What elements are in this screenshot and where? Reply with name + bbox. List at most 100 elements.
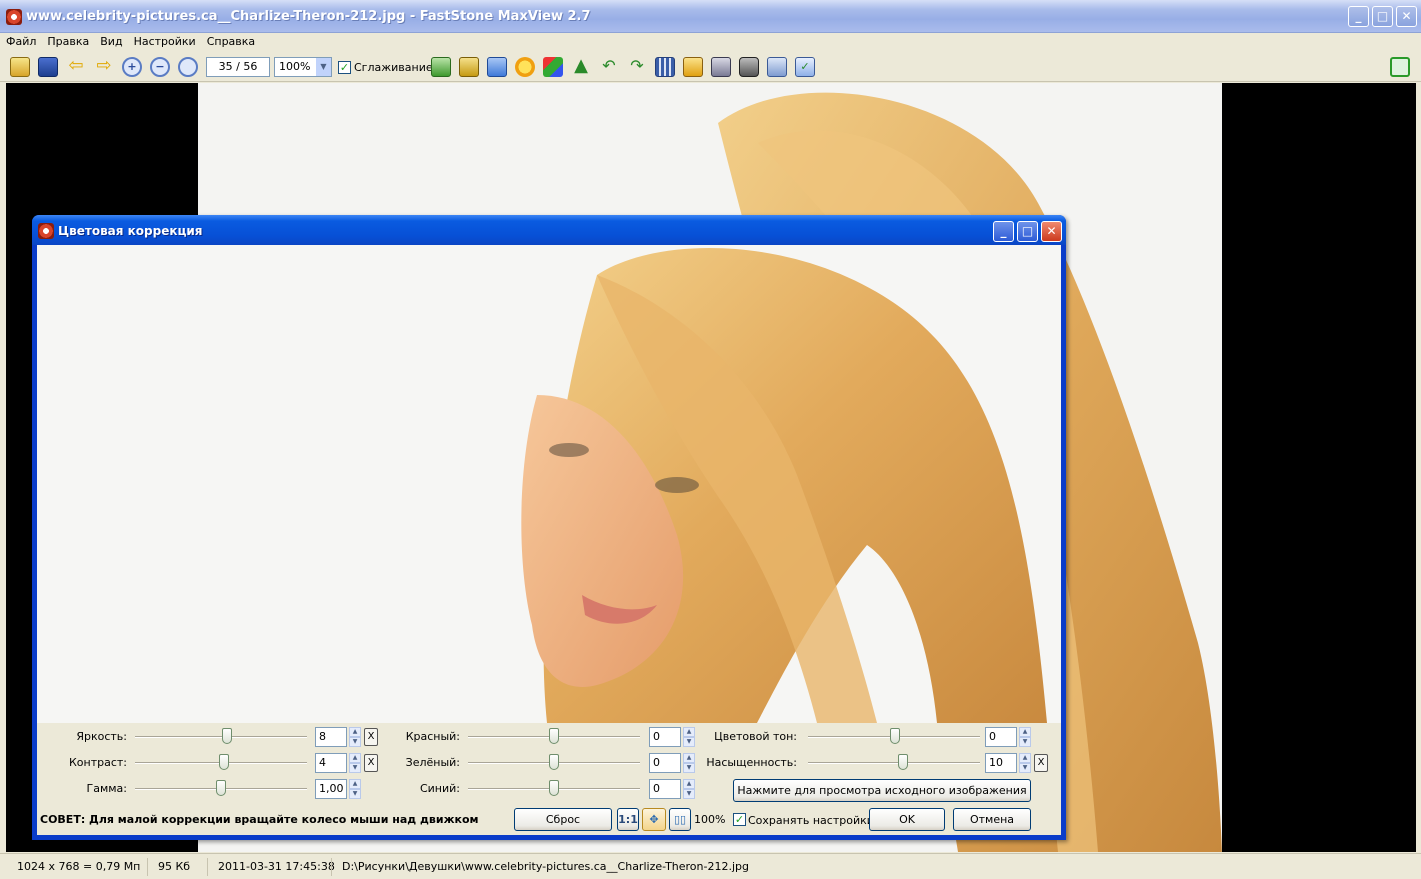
rotate-left-icon[interactable]: ↶ bbox=[599, 57, 619, 77]
maximize-button[interactable]: □ bbox=[1372, 6, 1393, 27]
page-counter-field[interactable]: 35 / 56 bbox=[206, 57, 270, 77]
dialog-close-button[interactable]: ✕ bbox=[1041, 221, 1062, 242]
menu-bar: Файл Правка Вид Настройки Справка bbox=[0, 33, 1421, 53]
hue-label: Цветовой тон: bbox=[714, 730, 797, 743]
smoothing-checkbox[interactable]: ✓ bbox=[338, 61, 351, 74]
smoothing-label: Сглаживание bbox=[354, 61, 433, 74]
save-settings-checkbox[interactable]: ✓ bbox=[733, 813, 746, 826]
color-adjust-icon[interactable] bbox=[543, 57, 563, 77]
brightness-spinner[interactable]: ▲ ▼ bbox=[349, 727, 361, 747]
color-correction-dialog: Цветовая коррекция _ □ ✕ Яркость: 8 ▲ ▼ … bbox=[32, 215, 1066, 840]
gamma-field[interactable]: 1,00 bbox=[315, 779, 347, 799]
saturation-slider[interactable] bbox=[898, 754, 908, 770]
dialog-title-bar: Цветовая коррекция _ □ ✕ bbox=[32, 215, 1066, 245]
saturation-spinner[interactable]: ▲ ▼ bbox=[1019, 753, 1031, 773]
gamma-label: Гамма: bbox=[86, 782, 128, 795]
red-label: Красный: bbox=[405, 730, 460, 743]
status-datetime: 2011-03-31 17:45:38 bbox=[207, 858, 335, 876]
app-icon bbox=[6, 9, 22, 25]
green-label: Зелёный: bbox=[405, 756, 460, 769]
status-bar: 1024 x 768 = 0,79 Мп 95 Кб 2011-03-31 17… bbox=[0, 853, 1421, 879]
export-icon[interactable] bbox=[431, 57, 451, 77]
minimize-button[interactable]: _ bbox=[1348, 6, 1369, 27]
menu-edit[interactable]: Правка bbox=[41, 33, 94, 48]
title-bar: www.celebrity-pictures.ca__Charlize-Ther… bbox=[0, 0, 1421, 33]
red-field[interactable]: 0 bbox=[649, 727, 681, 747]
status-filesize: 95 Кб bbox=[147, 858, 190, 876]
reset-button[interactable]: Сброс bbox=[514, 808, 612, 831]
brightness-field[interactable]: 8 bbox=[315, 727, 347, 747]
brightness-slider[interactable] bbox=[222, 728, 232, 744]
next-icon[interactable]: ⇨ bbox=[94, 57, 114, 77]
save-icon[interactable] bbox=[38, 57, 58, 77]
dialog-minimize-button[interactable]: _ bbox=[993, 221, 1014, 242]
dialog-maximize-button[interactable]: □ bbox=[1017, 221, 1038, 242]
dialog-title: Цветовая коррекция bbox=[58, 224, 203, 238]
fullscreen-icon[interactable] bbox=[1390, 57, 1410, 77]
camera-icon[interactable] bbox=[739, 57, 759, 77]
gamma-slider[interactable] bbox=[216, 780, 226, 796]
red-spinner[interactable]: ▲ ▼ bbox=[683, 727, 695, 747]
contrast-slider[interactable] bbox=[219, 754, 229, 770]
brightness-reset-button[interactable]: X bbox=[364, 728, 378, 746]
hue-field[interactable]: 0 bbox=[985, 727, 1017, 747]
rotate-right-icon[interactable]: ↷ bbox=[627, 57, 647, 77]
contrast-reset-button[interactable]: X bbox=[364, 754, 378, 772]
sharpen-icon[interactable]: ▲ bbox=[571, 57, 591, 77]
fit-window-icon[interactable] bbox=[178, 57, 198, 77]
zoom-1to1-button[interactable]: 1:1 bbox=[617, 808, 639, 831]
hue-spinner[interactable]: ▲ ▼ bbox=[1019, 727, 1031, 747]
menu-view[interactable]: Вид bbox=[94, 33, 127, 48]
green-field[interactable]: 0 bbox=[649, 753, 681, 773]
preview-zoom-label: 100% bbox=[694, 813, 726, 826]
blue-spinner[interactable]: ▲ ▼ bbox=[683, 779, 695, 799]
adjustment-panel: Яркость: 8 ▲ ▼ X Контраст: 4 ▲ ▼ X Гамма: … bbox=[37, 723, 1061, 835]
previous-icon[interactable]: ⇦ bbox=[66, 57, 86, 77]
status-dimensions: 1024 x 768 = 0,79 Мп bbox=[17, 860, 141, 873]
view-original-button[interactable]: Нажмите для просмотра исходного изображе… bbox=[733, 779, 1031, 802]
green-spinner[interactable]: ▲ ▼ bbox=[683, 753, 695, 773]
saturation-track bbox=[808, 762, 980, 764]
menu-file[interactable]: Файл bbox=[0, 33, 41, 48]
contrast-label: Контраст: bbox=[68, 756, 127, 769]
open-folder-icon[interactable] bbox=[10, 57, 30, 77]
tip-text: СОВЕТ: Для малой коррекции вращайте коле… bbox=[40, 813, 479, 826]
ok-button[interactable]: OK bbox=[869, 808, 945, 831]
settings-check-icon[interactable]: ✓ bbox=[795, 57, 815, 77]
brightness-label: Яркость: bbox=[76, 730, 127, 743]
green-slider[interactable] bbox=[549, 754, 559, 770]
close-button[interactable]: ✕ bbox=[1396, 6, 1417, 27]
cancel-button[interactable]: Отмена bbox=[953, 808, 1031, 831]
dialog-app-icon bbox=[38, 223, 54, 239]
zoom-out-icon[interactable]: − bbox=[150, 57, 170, 77]
status-path: D:\Рисунки\Девушки\www.celebrity-picture… bbox=[331, 858, 749, 876]
fit-preview-icon[interactable]: ✥ bbox=[642, 808, 666, 831]
split-view-icon[interactable]: ▯▯ bbox=[669, 808, 691, 831]
window-title: www.celebrity-pictures.ca__Charlize-Ther… bbox=[26, 9, 591, 24]
blue-label: Синий: bbox=[419, 782, 460, 795]
crop-icon[interactable] bbox=[459, 57, 479, 77]
slideshow-icon[interactable] bbox=[655, 57, 675, 77]
contrast-spinner[interactable]: ▲ ▼ bbox=[349, 753, 361, 773]
contrast-field[interactable]: 4 bbox=[315, 753, 347, 773]
print-icon[interactable] bbox=[711, 57, 731, 77]
save-settings-label: Сохранять настройки bbox=[748, 814, 874, 827]
saturation-field[interactable]: 10 bbox=[985, 753, 1017, 773]
zoom-in-icon[interactable]: + bbox=[122, 57, 142, 77]
email-icon[interactable] bbox=[683, 57, 703, 77]
hue-slider[interactable] bbox=[890, 728, 900, 744]
preview-image[interactable] bbox=[37, 245, 1061, 723]
saturation-reset-button[interactable]: X bbox=[1034, 754, 1048, 772]
blue-field[interactable]: 0 bbox=[649, 779, 681, 799]
red-slider[interactable] bbox=[549, 728, 559, 744]
blue-slider[interactable] bbox=[549, 780, 559, 796]
preview-portrait bbox=[37, 245, 1061, 723]
chevron-down-icon[interactable]: ▼ bbox=[316, 58, 331, 76]
resize-icon[interactable] bbox=[487, 57, 507, 77]
brightness-icon[interactable] bbox=[515, 57, 535, 77]
menu-settings[interactable]: Настройки bbox=[128, 33, 201, 48]
gamma-spinner[interactable]: ▲ ▼ bbox=[349, 779, 361, 799]
zoom-select[interactable]: 100% ▼ bbox=[274, 57, 332, 77]
menu-help[interactable]: Справка bbox=[201, 33, 260, 48]
scan-icon[interactable] bbox=[767, 57, 787, 77]
